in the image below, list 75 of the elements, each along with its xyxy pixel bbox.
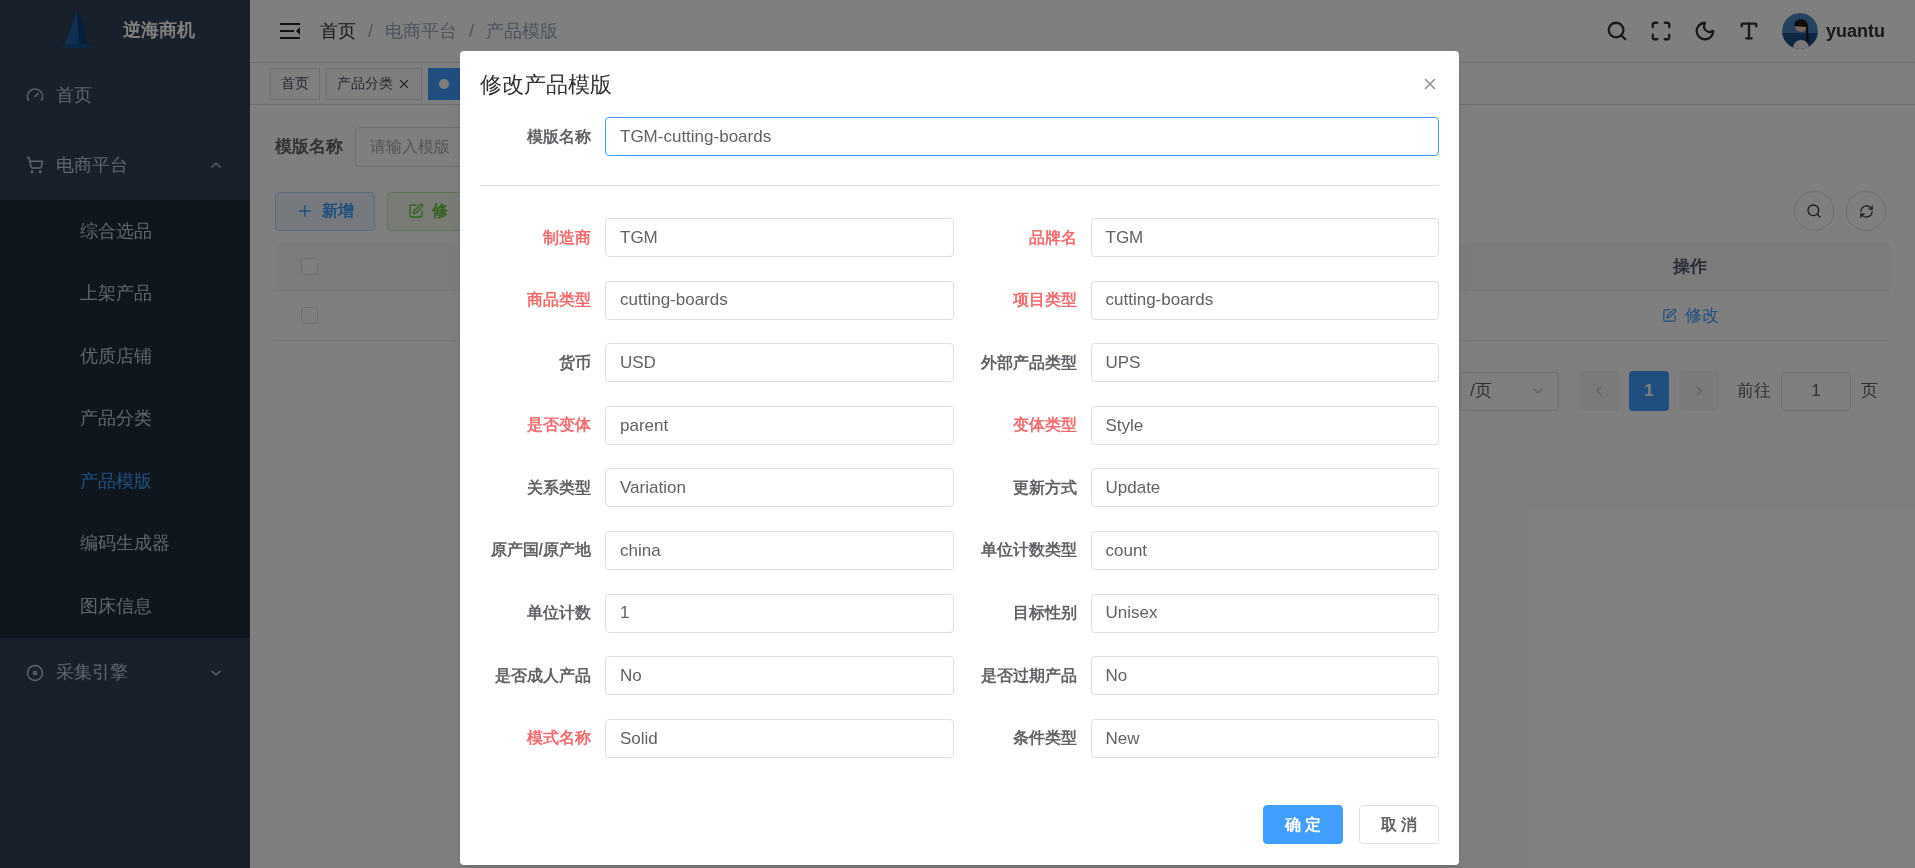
font-size-icon[interactable] [1738, 20, 1760, 42]
cancel-button[interactable]: 取 消 [1359, 805, 1439, 844]
field-label: 目标性别 [1011, 603, 1077, 624]
field-label: 变体类型 [1011, 415, 1077, 436]
text-field[interactable]: cutting-boards [605, 280, 954, 320]
submenu-item[interactable]: 综合选品 [0, 200, 250, 263]
field-label: 单位计数类型 [979, 540, 1077, 561]
search-label: 模版名称 [275, 136, 343, 159]
refresh-icon [1858, 203, 1874, 219]
field-label: 模式名称 [526, 728, 591, 749]
submenu-item[interactable]: 编码生成器 [0, 512, 250, 575]
text-field[interactable]: USD [605, 343, 954, 383]
text-field[interactable]: TGM-cutting-boards [605, 117, 1439, 156]
field-label: 项目类型 [1011, 290, 1077, 311]
text-field[interactable]: TGM [1090, 218, 1439, 257]
page-tag[interactable]: 首页 [270, 67, 320, 100]
text-field[interactable]: No [1090, 656, 1439, 696]
text-field[interactable]: Solid [605, 718, 954, 758]
field-label: 是否过期产品 [979, 665, 1077, 686]
column-header: 操作 [1673, 255, 1707, 278]
app-title: 逆海商机 [123, 18, 195, 42]
text-field[interactable]: count [1090, 530, 1439, 570]
field-label: 货币 [558, 352, 591, 374]
text-field[interactable]: 1 [605, 593, 954, 633]
confirm-button[interactable]: 确 定 [1263, 805, 1343, 844]
sidebar-item[interactable]: 首页 [0, 60, 250, 130]
text-field[interactable]: TGM [605, 218, 954, 257]
field-label: 品牌名 [1027, 227, 1077, 248]
field-label: 制造商 [542, 227, 591, 248]
page-suffix: 页 [1861, 380, 1878, 403]
field-label: 原产国/原产地 [489, 540, 591, 561]
user-name[interactable]: yuantu [1826, 17, 1885, 45]
text-field[interactable]: New [1090, 718, 1439, 758]
breadcrumb-separator: / [469, 19, 475, 43]
plus-icon [296, 202, 314, 220]
edit-icon [408, 203, 424, 219]
text-field[interactable]: No [605, 656, 954, 696]
fullscreen-icon[interactable] [1650, 20, 1672, 42]
goto-page-field[interactable]: 1 [1781, 371, 1851, 411]
text-field[interactable]: Style [1090, 405, 1439, 445]
page-tag[interactable]: 产品分类 [326, 67, 422, 100]
field-label: 商品类型 [526, 290, 591, 311]
breadcrumb-separator: / [368, 19, 373, 43]
submenu-item[interactable]: 产品分类 [0, 387, 250, 450]
text-field[interactable]: UPS [1090, 343, 1439, 383]
field-label: 是否成人产品 [494, 665, 591, 686]
field-label: 条件类型 [1011, 728, 1077, 749]
cart-icon [26, 156, 44, 174]
text-field[interactable]: Variation [605, 468, 954, 508]
text-field[interactable]: china [605, 530, 954, 570]
breadcrumb-item[interactable]: 首页 [320, 17, 356, 45]
field-label: 模版名称 [526, 126, 591, 147]
field-label: 单位计数 [526, 603, 591, 624]
field-label: 外部产品类型 [979, 352, 1077, 373]
disc-icon [26, 663, 44, 682]
dialog-title: 修改产品模版 [480, 70, 612, 99]
sidebar-item[interactable]: 电商平台 [0, 130, 250, 200]
field-label: 关系类型 [526, 477, 591, 498]
search-icon[interactable] [1606, 20, 1628, 42]
text-field[interactable]: parent [605, 405, 954, 445]
text-field[interactable]: cutting-boards [1090, 280, 1439, 320]
moon-icon[interactable] [1694, 20, 1716, 42]
field-label: 是否变体 [526, 415, 591, 436]
submenu-item[interactable]: 上架产品 [0, 262, 250, 325]
submenu-item[interactable]: 图床信息 [0, 575, 250, 638]
menu-fold-icon[interactable] [280, 22, 302, 40]
edit-icon [1661, 308, 1677, 323]
sidebar-item[interactable]: 采集引擎 [0, 637, 250, 708]
text-field[interactable]: Unisex [1090, 593, 1439, 633]
field-label: 更新方式 [1011, 477, 1077, 498]
gauge-icon [26, 86, 44, 104]
submenu-item[interactable]: 优质店铺 [0, 325, 250, 388]
search-icon [1806, 203, 1822, 219]
text-field[interactable]: Update [1090, 468, 1439, 508]
goto-label: 前往 [1737, 380, 1771, 403]
